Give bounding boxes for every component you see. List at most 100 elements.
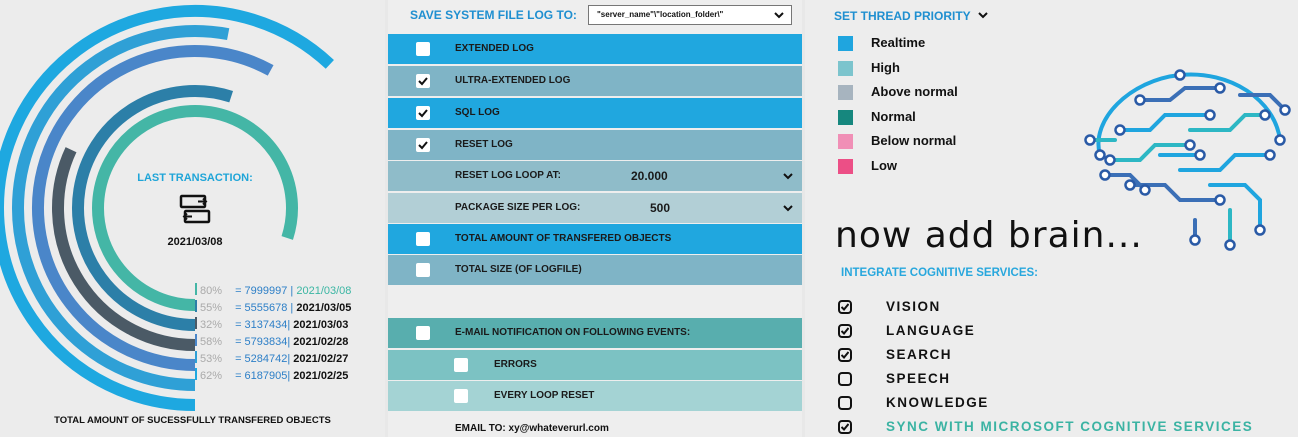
checkbox-ultra-extended-log[interactable] xyxy=(416,74,430,88)
circuit-trace xyxy=(1108,143,1192,162)
checkbox-errors[interactable] xyxy=(454,358,468,372)
transfer-stats-panel: LAST TRANSACTION: 2021/03/08 80% = 79999… xyxy=(0,0,385,437)
stat-date: 2021/03/08 xyxy=(296,285,352,297)
service-label: SPEECH xyxy=(886,371,951,386)
check-icon xyxy=(418,109,428,118)
circuit-node xyxy=(1254,224,1266,236)
progress-arc-end xyxy=(195,317,197,329)
circuit-node xyxy=(1264,149,1276,161)
checkbox-every-loop-reset[interactable] xyxy=(454,389,468,403)
stat-value: = 5555678 | xyxy=(235,302,294,314)
stat-date: 2021/03/03 xyxy=(293,319,349,331)
service-label: KNOWLEDGE xyxy=(886,395,989,410)
option-total-size[interactable]: TOTAL SIZE (OF LOGFILE) xyxy=(388,255,802,285)
chevron-down-icon[interactable] xyxy=(782,171,794,181)
reset-loop-value: 20.000 xyxy=(631,169,668,183)
chevron-down-icon[interactable] xyxy=(782,203,794,213)
service-label: LANGUAGE xyxy=(886,323,976,338)
thread-priority-label: SET THREAD PRIORITY xyxy=(834,9,971,23)
progress-arc-end xyxy=(195,283,197,295)
stat-row: 80% = 7999997 | 2021/03/08 xyxy=(200,283,351,300)
package-size-label: PACKAGE SIZE PER LOG: xyxy=(455,202,581,213)
circuit-trace xyxy=(1118,113,1212,132)
option-reset-log[interactable]: RESET LOG xyxy=(388,130,802,160)
last-transaction-date: 2021/03/08 xyxy=(167,236,223,248)
checkbox-email-notification[interactable] xyxy=(416,326,430,340)
option-extended-log[interactable]: EXTENDED LOG xyxy=(388,34,802,64)
priority-label: Below normal xyxy=(871,133,957,148)
checkbox-checked[interactable] xyxy=(838,348,852,362)
circuit-node xyxy=(1214,82,1226,94)
stat-date: 2021/03/05 xyxy=(296,302,352,314)
package-size-value: 500 xyxy=(650,201,671,215)
transfer-stat-list: 80% = 7999997 | 2021/03/08 55% = 5555678… xyxy=(200,283,351,385)
service-label: SYNC WITH MICROSOFT COGNITIVE SERVICES xyxy=(886,419,1254,434)
checkbox-total-size[interactable] xyxy=(416,263,430,277)
circuit-node xyxy=(1194,149,1206,161)
checkbox-unchecked[interactable] xyxy=(838,372,852,386)
option-label: TOTAL AMOUNT OF TRANSFERED OBJECTS xyxy=(455,233,672,244)
circuit-node xyxy=(1184,139,1196,151)
option-errors[interactable]: ERRORS xyxy=(388,350,802,380)
option-ultra-extended-log[interactable]: ULTRA-EXTENDED LOG xyxy=(388,66,802,96)
stat-percent: 62% xyxy=(200,370,223,382)
thread-priority-title[interactable]: SET THREAD PRIORITY xyxy=(834,9,988,23)
priority-swatch xyxy=(838,85,853,100)
stat-date: 2021/02/28 xyxy=(293,336,349,348)
email-to-text[interactable]: EMAIL TO: xy@whateverurl.com xyxy=(455,423,609,434)
checkbox-checked[interactable] xyxy=(838,420,852,434)
reset-loop-label: RESET LOG LOOP AT: xyxy=(455,170,561,181)
save-log-location-select[interactable]: "server_name"\"location_folder\" xyxy=(588,5,792,25)
option-sql-log[interactable]: SQL LOG xyxy=(388,98,802,128)
check-icon xyxy=(841,303,849,311)
circuit-node xyxy=(1174,69,1186,81)
checkbox-sql-log[interactable] xyxy=(416,106,430,120)
check-icon xyxy=(841,327,849,335)
option-label: RESET LOG xyxy=(455,139,513,150)
service-label: SEARCH xyxy=(886,347,953,362)
checkbox-checked[interactable] xyxy=(838,324,852,338)
priority-and-services-panel: SET THREAD PRIORITY Realtime High Above no… xyxy=(805,0,1298,437)
priority-swatch xyxy=(838,109,853,125)
option-label: ULTRA-EXTENDED LOG xyxy=(455,75,571,86)
circuit-node xyxy=(1139,184,1151,196)
circuit-node xyxy=(1279,104,1291,116)
circuit-node xyxy=(1214,194,1226,206)
brain-headline: now add brain... xyxy=(835,215,1143,256)
circuit-node xyxy=(1189,234,1201,246)
checkbox-checked[interactable] xyxy=(838,300,852,314)
stat-row: 62% = 6187905| 2021/02/25 xyxy=(200,368,351,385)
progress-arc-end xyxy=(195,300,197,312)
progress-arc-end xyxy=(195,368,197,380)
checkbox-unchecked[interactable] xyxy=(838,396,852,410)
checkbox-extended-log[interactable] xyxy=(416,42,430,56)
stat-row: 58% = 5793834| 2021/02/28 xyxy=(200,334,351,351)
option-label: E-MAIL NOTIFICATION ON FOLLOWING EVENTS: xyxy=(455,327,691,338)
priority-label: Above normal xyxy=(871,84,958,99)
priority-label: High xyxy=(871,59,900,75)
circuit-node xyxy=(1084,134,1096,146)
chevron-down-icon xyxy=(978,12,988,19)
stat-value: = 7999997 | xyxy=(235,285,294,297)
option-label: EVERY LOOP RESET xyxy=(494,390,595,401)
option-email-notification[interactable]: E-MAIL NOTIFICATION ON FOLLOWING EVENTS: xyxy=(388,318,802,348)
option-every-loop-reset[interactable]: EVERY LOOP RESET xyxy=(388,381,802,411)
checkbox-reset-log[interactable] xyxy=(416,138,430,152)
circuit-node xyxy=(1114,124,1126,136)
reset-loop-row[interactable]: RESET LOG LOOP AT: 20.000 xyxy=(388,161,802,191)
save-log-location-value: "server_name"\"location_folder\" xyxy=(597,10,724,19)
last-transaction-label: LAST TRANSACTION: xyxy=(137,172,253,184)
progress-arc-end xyxy=(195,334,197,346)
option-total-objects[interactable]: TOTAL AMOUNT OF TRANSFERED OBJECTS xyxy=(388,224,802,254)
circuit-node xyxy=(1274,134,1286,146)
save-log-label: SAVE SYSTEM FILE LOG TO: xyxy=(410,8,577,22)
circuit-trace xyxy=(1178,153,1272,172)
stat-percent: 55% xyxy=(200,302,223,314)
priority-label: Low xyxy=(871,157,897,173)
circuit-trace xyxy=(1188,113,1267,132)
stat-percent: 32% xyxy=(200,319,223,331)
package-size-row[interactable]: PACKAGE SIZE PER LOG: 500 xyxy=(388,193,802,223)
priority-swatch xyxy=(838,60,853,76)
stat-row: 53% = 5284742| 2021/02/27 xyxy=(200,351,351,368)
checkbox-total-objects[interactable] xyxy=(416,232,430,246)
